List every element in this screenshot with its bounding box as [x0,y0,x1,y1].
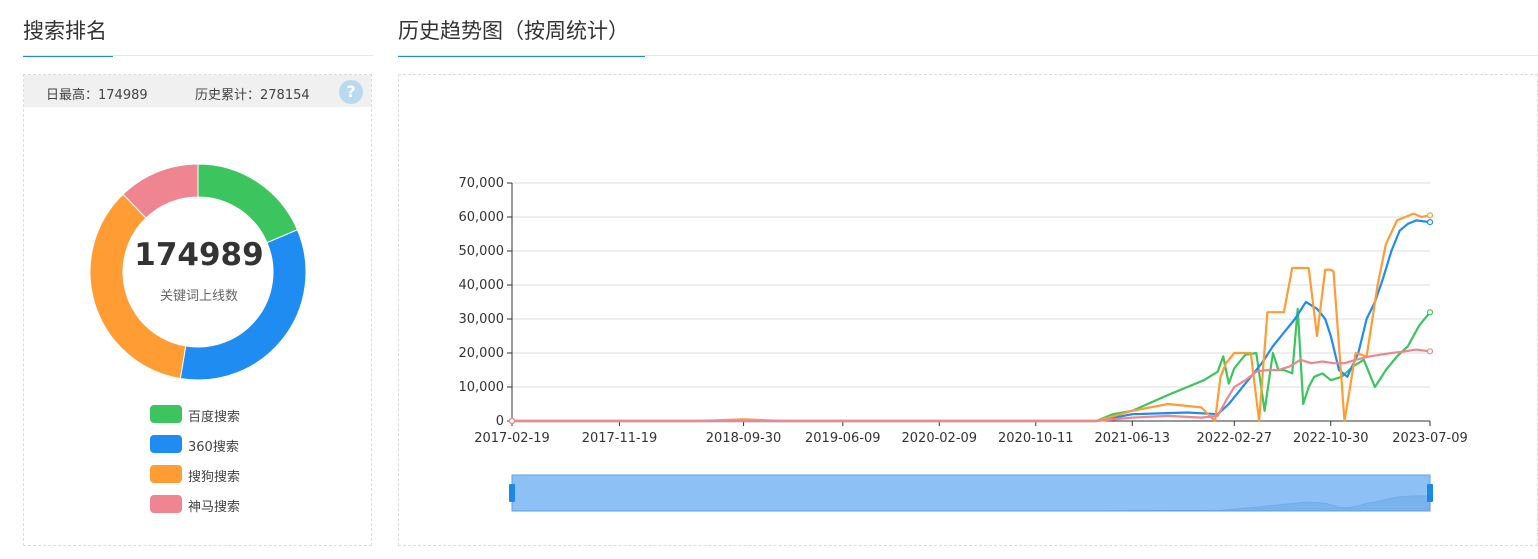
donut-center-value: 174989 [134,237,264,273]
x-tick-label: 2017-02-19 [474,431,550,446]
legend-label-baidu: 百度搜索 [188,410,241,425]
x-tick-label: 2022-10-30 [1293,431,1369,446]
legend-label-shenma: 神马搜索 [188,500,241,515]
search-ranking-panel: 日最高：174989 历史累计：278154 ? 174989 关键词上线数 百… [23,74,372,546]
stats-bar: 日最高：174989 历史累计：278154 ? [24,75,371,107]
series-point-2[interactable] [1426,212,1434,219]
legend-swatch-360 [150,435,182,453]
trend-line-chart: 0 10,000 20,000 30,000 40,000 50,000 60,000 70,… [459,176,1468,512]
legend-label-sogou: 搜狗搜索 [188,470,241,485]
legend-swatch-sogou [150,465,182,483]
x-tick-label: 2018-09-30 [706,431,782,446]
y-tick-label: 70,000 [459,176,505,191]
history-trend-panel: 0 10,000 20,000 30,000 40,000 50,000 60,000 70,… [398,74,1538,546]
legend-swatch-shenma [150,495,182,513]
donut-slice-0[interactable] [197,163,299,244]
x-tick-label: 2020-10-11 [998,431,1074,446]
series-point-3[interactable] [508,417,516,425]
y-tick-label: 50,000 [459,244,505,259]
series-line-1 [512,219,1431,423]
series-point-3[interactable] [1426,348,1434,355]
y-tick-label: 30,000 [459,312,505,327]
daily-max-stat: 日最高：174989 [46,88,148,103]
x-tick-label: 2022-02-27 [1196,431,1272,446]
x-tick-label: 2020-02-09 [902,431,978,446]
history-trend-title-rule [398,55,1538,56]
y-tick-label: 10,000 [459,380,505,395]
legend-swatch-baidu [150,405,182,423]
y-tick-label: 40,000 [459,278,505,293]
y-tick-label: 60,000 [459,210,505,225]
history-trend-title: 历史趋势图（按周统计） [398,19,629,43]
x-tick-label: 2023-07-09 [1392,431,1468,446]
legend-label-360: 360搜索 [188,440,239,455]
x-tick-label: 2017-11-19 [582,431,658,446]
x-tick-label: 2019-06-09 [805,431,881,446]
search-ranking-title: 搜索排名 [23,19,107,43]
donut-center-caption: 关键词上线数 [159,289,238,304]
series-point-1[interactable] [1426,219,1434,226]
history-total-stat: 历史累计：278154 [195,88,310,103]
zoom-handle-right[interactable] [1427,484,1433,502]
y-tick-label: 0 [496,414,504,429]
zoom-handle-left[interactable] [509,484,515,502]
help-icon[interactable]: ? [339,80,363,104]
series-line-2 [512,212,1431,423]
search-ranking-title-rule [23,55,373,56]
y-tick-label: 20,000 [459,346,505,361]
x-tick-label: 2021-06-13 [1094,431,1170,446]
series-point-0[interactable] [1426,309,1434,316]
